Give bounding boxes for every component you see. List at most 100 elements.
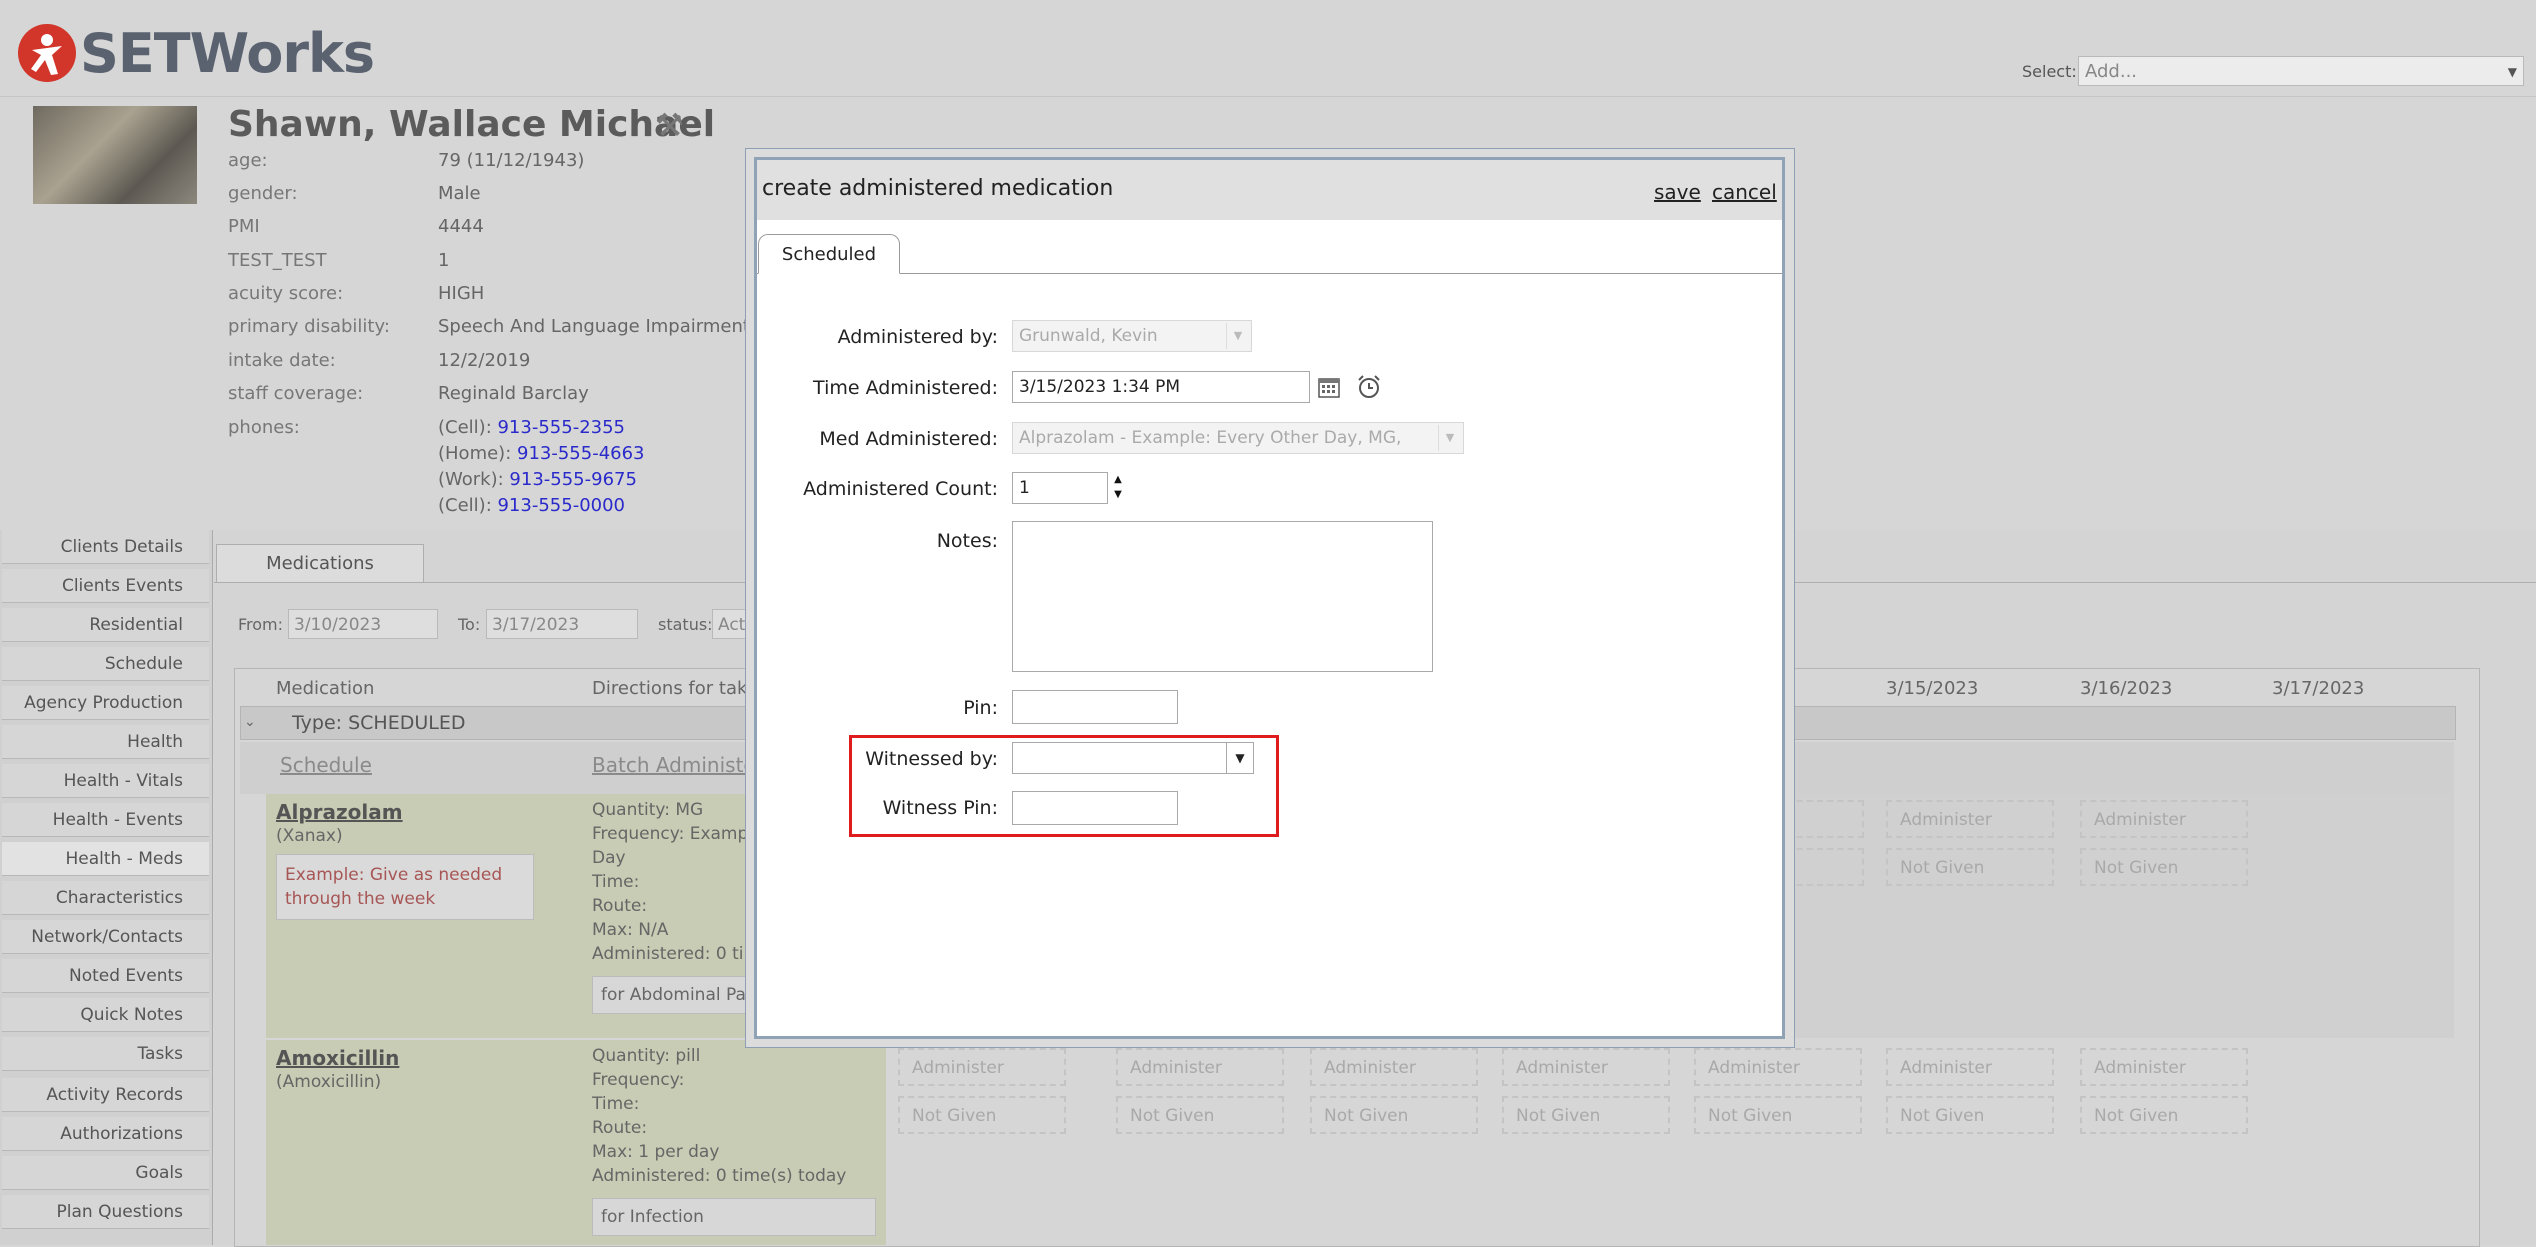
pin-input[interactable] [1012, 690, 1178, 724]
sidebar-item-quick-notes[interactable]: Quick Notes [2, 998, 209, 1032]
info-value-acuity: HIGH [438, 283, 485, 304]
administer-button[interactable]: Administer [1116, 1048, 1284, 1086]
sidebar-item-authorizations[interactable]: Authorizations [2, 1117, 209, 1151]
save-button[interactable]: save [1654, 180, 1701, 204]
app-logo[interactable]: SETWorks [80, 22, 375, 85]
col-date: 3/15/2023 [1886, 678, 1979, 699]
administer-button[interactable]: Administer [898, 1048, 1066, 1086]
pin-label: Pin: [963, 697, 998, 719]
med-detail: Frequency: [592, 1070, 685, 1090]
med-administered-value: Alprazolam - Example: Every Other Day, M… [1019, 428, 1402, 448]
add-select[interactable]: Add... ▼ [2078, 56, 2524, 86]
stepper-down-icon[interactable]: ▼ [1114, 489, 1122, 500]
sidebar-item-clients-details[interactable]: Clients Details [2, 530, 209, 564]
med-detail: Quantity: pill [592, 1046, 701, 1066]
administer-button[interactable]: Administer [1694, 1048, 1862, 1086]
select-label: Select: [2022, 62, 2077, 81]
not-given-button[interactable]: Not Given [1116, 1096, 1284, 1134]
med-detail: Time: [592, 872, 640, 892]
sidebar-item-activity-records[interactable]: Activity Records [2, 1078, 209, 1112]
sidebar-item-health[interactable]: Health [2, 725, 209, 759]
med-detail: Administered: 0 time(s) today [592, 1166, 847, 1186]
administer-button[interactable]: Administer [2080, 800, 2248, 838]
status-label: status: [658, 615, 713, 634]
chevron-down-icon: ▼ [1438, 425, 1461, 451]
phone-link[interactable]: 913-555-2355 [497, 417, 625, 438]
sidebar-item-health-events[interactable]: Health - Events [2, 803, 209, 837]
col-medication: Medication [276, 678, 375, 699]
info-value-pmi: 4444 [438, 216, 484, 237]
sidebar-item-health-meds[interactable]: Health - Meds [2, 842, 209, 876]
sidebar-item-residential[interactable]: Residential [2, 608, 209, 642]
not-given-button[interactable]: Not Given [898, 1096, 1066, 1134]
not-given-button[interactable]: Not Given [1310, 1096, 1478, 1134]
sidebar-item-network-contacts[interactable]: Network/Contacts [2, 920, 209, 954]
chevron-down-icon[interactable]: ⌄ [244, 714, 256, 730]
witnessed-by-label: Witnessed by: [865, 748, 998, 770]
client-name: Shawn, Wallace Michael [228, 104, 716, 145]
witness-pin-input[interactable] [1012, 791, 1178, 825]
med-reason: for Infection [592, 1198, 876, 1236]
not-given-button[interactable]: Not Given [1886, 1096, 2054, 1134]
med-name-link[interactable]: Alprazolam [276, 800, 403, 824]
administer-button[interactable]: Administer [1502, 1048, 1670, 1086]
info-label-staff: staff coverage: [228, 383, 364, 404]
med-administered-select[interactable]: Alprazolam - Example: Every Other Day, M… [1012, 422, 1464, 454]
administered-by-value: Grunwald, Kevin [1019, 326, 1158, 346]
not-given-button[interactable]: Not Given [1694, 1096, 1862, 1134]
sidebar-item-noted-events[interactable]: Noted Events [2, 959, 209, 993]
med-name-link[interactable]: Amoxicillin [276, 1046, 399, 1070]
alarm-clock-icon[interactable] [1356, 374, 1382, 400]
not-given-button[interactable]: Not Given [2080, 1096, 2248, 1134]
sidebar-item-goals[interactable]: Goals [2, 1156, 209, 1190]
logo-icon [18, 24, 76, 82]
chevron-down-icon[interactable]: ▼ [1226, 743, 1253, 773]
phone-type: (Cell): [438, 495, 498, 516]
phone-line: (Home): 913-555-4663 [438, 443, 645, 464]
sidebar-item-characteristics[interactable]: Characteristics [2, 881, 209, 915]
info-value-test: 1 [438, 250, 450, 271]
time-administered-input[interactable]: 3/15/2023 1:34 PM [1012, 371, 1310, 403]
cancel-button[interactable]: cancel [1712, 180, 1777, 204]
info-label-age: age: [228, 150, 268, 171]
phone-link[interactable]: 913-555-9675 [509, 469, 637, 490]
sidebar-item-health-vitals[interactable]: Health - Vitals [2, 764, 209, 798]
administer-button[interactable]: Administer [1310, 1048, 1478, 1086]
stepper-up-icon[interactable]: ▲ [1114, 474, 1122, 485]
sidebar-item-schedule[interactable]: Schedule [2, 647, 209, 681]
count-stepper[interactable]: ▲ ▼ [1110, 472, 1126, 504]
to-date-input[interactable]: 3/17/2023 [486, 609, 638, 639]
phone-link[interactable]: 913-555-4663 [517, 443, 645, 464]
sidebar-item-clients-events[interactable]: Clients Events [2, 569, 209, 603]
witness-pin-label: Witness Pin: [882, 797, 998, 819]
administered-count-input[interactable]: 1 [1012, 472, 1108, 504]
administered-by-select[interactable]: Grunwald, Kevin ▼ [1012, 320, 1252, 352]
phone-line: (Work): 913-555-9675 [438, 469, 637, 490]
administer-button[interactable]: Administer [2080, 1048, 2248, 1086]
schedule-link[interactable]: Schedule [280, 753, 372, 777]
sidebar-item-tasks[interactable]: Tasks [2, 1037, 209, 1071]
sidebar-item-agency-production[interactable]: Agency Production [2, 686, 209, 720]
phone-link[interactable]: 913-555-0000 [497, 495, 625, 516]
chevron-down-icon: ▼ [2507, 65, 2517, 79]
administer-button[interactable]: Administer [1886, 1048, 2054, 1086]
phone-type: (Cell): [438, 417, 498, 438]
not-given-button[interactable]: Not Given [1502, 1096, 1670, 1134]
calendar-icon[interactable] [1318, 376, 1340, 398]
tools-icon[interactable]: ⚒ [655, 106, 684, 144]
administer-button[interactable]: Administer [1886, 800, 2054, 838]
med-detail: Administered: 0 time [592, 944, 771, 964]
med-detail: Max: N/A [592, 920, 669, 940]
notes-textarea[interactable] [1012, 521, 1433, 672]
tab-medications[interactable]: Medications [216, 544, 424, 583]
info-label-pmi: PMI [228, 216, 260, 237]
phone-line: (Cell): 913-555-0000 [438, 495, 625, 516]
tab-scheduled[interactable]: Scheduled [758, 234, 900, 274]
sidebar-item-plan-questions[interactable]: Plan Questions [2, 1195, 209, 1229]
not-given-button[interactable]: Not Given [1886, 848, 2054, 886]
from-date-input[interactable]: 3/10/2023 [288, 609, 438, 639]
witnessed-by-select[interactable]: ▼ [1012, 742, 1254, 774]
add-select-value: Add... [2085, 61, 2138, 82]
info-label-phones: phones: [228, 417, 300, 438]
not-given-button[interactable]: Not Given [2080, 848, 2248, 886]
